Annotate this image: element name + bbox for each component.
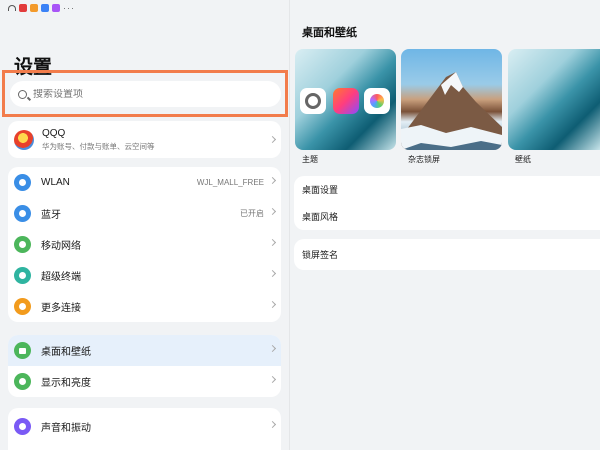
account-card[interactable]: QQQ 华为账号、付款与账单、云空间等: [8, 121, 281, 158]
chevron-right-icon: [268, 344, 277, 353]
sidebar-item-bluetooth[interactable]: 蓝牙 已开启: [8, 198, 281, 229]
sidebar-item-sound[interactable]: 声音和振动: [8, 411, 281, 442]
desktop-settings-item[interactable]: 桌面设置: [294, 176, 600, 203]
account-row[interactable]: QQQ 华为账号、付款与账单、云空间等: [8, 121, 281, 158]
chevron-right-icon: [268, 135, 277, 144]
lockscreen-signature-item[interactable]: 锁屏签名: [294, 239, 600, 270]
more-connections-icon: [14, 298, 31, 315]
sidebar-item-super-device[interactable]: 超级终端: [8, 260, 281, 291]
search-icon: [18, 89, 27, 99]
detail-title: 桌面和壁纸: [302, 27, 357, 39]
chevron-right-icon: [268, 238, 277, 247]
sidebar-item-wallpaper[interactable]: 桌面和壁纸: [8, 335, 281, 366]
magazine-lock-thumbnail[interactable]: [401, 49, 502, 150]
settings-app-icon: [300, 88, 326, 114]
wallpaper-icon: [14, 342, 31, 359]
search-input[interactable]: [33, 88, 233, 100]
sound-card: 声音和振动: [8, 408, 281, 450]
chevron-right-icon: [268, 375, 277, 384]
account-subtitle: 华为账号、付款与账单、云空间等: [42, 141, 155, 151]
super-device-icon: [14, 267, 31, 284]
desktop-style-item[interactable]: 桌面风格: [294, 203, 600, 230]
thumbnail-label: 主题: [302, 155, 318, 164]
item-label: 更多连接: [41, 303, 81, 314]
chevron-right-icon: [268, 269, 277, 278]
sidebar-item-wlan[interactable]: WLAN WJL_MALL_FREE: [8, 167, 281, 198]
item-label: 桌面和壁纸: [41, 347, 91, 358]
themes-app-icon: [333, 88, 359, 114]
wallpaper-thumbnail[interactable]: [508, 49, 600, 150]
chevron-right-icon: [268, 176, 277, 185]
display-card: 桌面和壁纸 显示和亮度: [8, 335, 281, 397]
thumbnail-label: 壁纸: [515, 155, 531, 164]
sidebar-item-display[interactable]: 显示和亮度: [8, 366, 281, 397]
display-icon: [14, 373, 31, 390]
search-box[interactable]: [10, 81, 281, 107]
panel-divider: [289, 0, 290, 450]
mountain-image: [401, 72, 502, 150]
avatar: [14, 129, 34, 150]
bluetooth-icon: [14, 205, 31, 222]
chevron-right-icon: [268, 420, 277, 429]
thumbnail-label: 杂志锁屏: [408, 155, 440, 164]
item-value: WJL_MALL_FREE: [196, 178, 264, 187]
sidebar-item-more-connections[interactable]: 更多连接: [8, 291, 281, 322]
sidebar-item-mobile-network[interactable]: 移动网络: [8, 229, 281, 260]
mobile-network-icon: [14, 236, 31, 253]
item-label: WLAN: [41, 177, 70, 188]
item-label: 显示和亮度: [41, 378, 91, 389]
wifi-icon: [14, 174, 31, 191]
desktop-settings-card: 桌面设置 桌面风格: [294, 176, 600, 230]
account-name: QQQ: [42, 127, 66, 139]
search-highlight: [2, 70, 288, 117]
lockscreen-signature-card: 锁屏签名: [294, 239, 600, 270]
item-label: 蓝牙: [41, 210, 61, 221]
settings-panel: 设置 QQQ 华为账号、付款与账单、云空间等 WLAN WJL_MALL_FRE…: [0, 0, 289, 450]
network-card: WLAN WJL_MALL_FREE 蓝牙 已开启 移动网络 超级终端 更多连接: [8, 167, 281, 322]
item-label: 声音和振动: [41, 423, 91, 434]
gallery-app-icon: [364, 88, 390, 114]
item-label: 移动网络: [41, 241, 81, 252]
chevron-right-icon: [268, 207, 277, 216]
chevron-right-icon: [268, 300, 277, 309]
sound-icon: [14, 418, 31, 435]
item-label: 超级终端: [41, 272, 81, 283]
item-value: 已开启: [240, 209, 264, 218]
